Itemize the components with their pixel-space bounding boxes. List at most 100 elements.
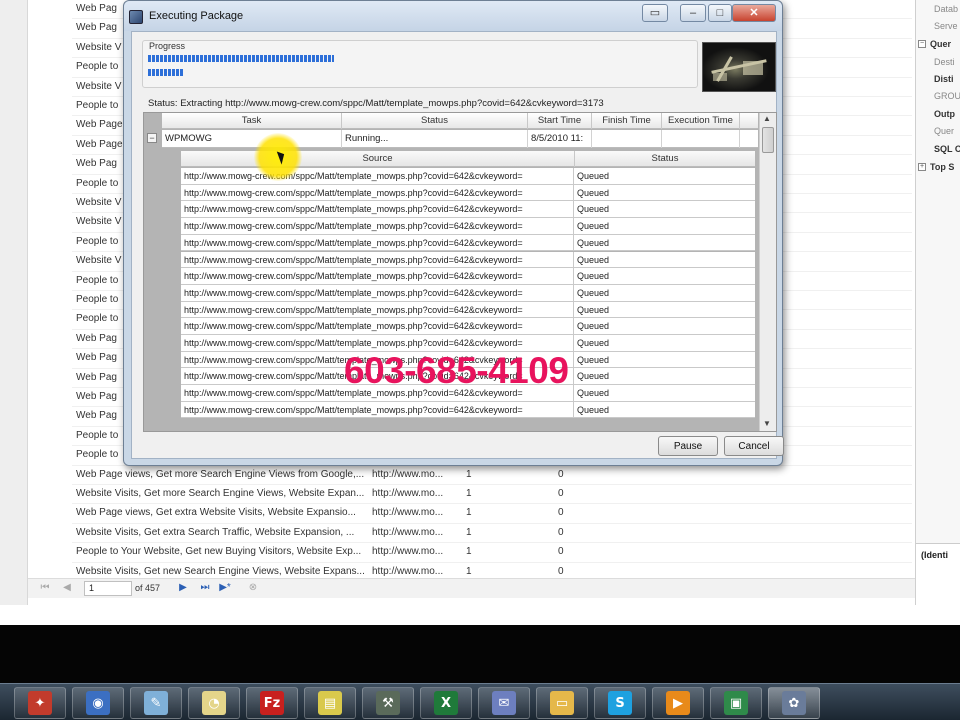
- source-row[interactable]: http://www.mowg-crew.com/sppc/Matt/templ…: [181, 268, 755, 285]
- progress-group: Progress: [142, 40, 698, 88]
- restore-button[interactable]: ▭: [642, 4, 668, 22]
- source-row[interactable]: http://www.mowg-crew.com/sppc/Matt/templ…: [181, 401, 755, 419]
- source-row[interactable]: http://www.mowg-crew.com/sppc/Matt/templ…: [181, 234, 755, 252]
- property-item[interactable]: SQL C: [934, 144, 960, 154]
- source-url: http://www.mowg-crew.com/sppc/Matt/templ…: [181, 318, 574, 335]
- taskbar-monitor-app[interactable]: ▣: [710, 687, 762, 719]
- dialog-title: Executing Package: [149, 10, 244, 22]
- column-header-task[interactable]: Task: [162, 113, 342, 129]
- page-number-input[interactable]: 1: [84, 581, 132, 596]
- column-header-finish-time[interactable]: Finish Time: [592, 113, 662, 129]
- sticky-notes-app-icon: ▤: [318, 691, 342, 715]
- taskbar-clock-app[interactable]: ◔: [188, 687, 240, 719]
- maximize-button[interactable]: □: [708, 4, 732, 22]
- result-row[interactable]: Web Page views, Get more Search Engine V…: [72, 466, 912, 485]
- property-item[interactable]: Top S: [930, 162, 954, 172]
- first-page-icon[interactable]: ⏮: [38, 581, 52, 595]
- skype-app-icon: S: [608, 691, 632, 715]
- result-row[interactable]: Website Visits, Get extra Search Traffic…: [72, 524, 912, 544]
- property-item[interactable]: GROU: [934, 91, 960, 101]
- column-header-source-status[interactable]: Status: [575, 151, 755, 167]
- dialog-client: Progress Status: Extracting http://www.m…: [131, 31, 784, 459]
- scroll-up-icon[interactable]: ▲: [763, 114, 771, 123]
- property-item[interactable]: Desti: [934, 57, 955, 67]
- source-row[interactable]: http://www.mowg-crew.com/sppc/Matt/templ…: [181, 218, 755, 235]
- source-row[interactable]: http://www.mowg-crew.com/sppc/Matt/templ…: [181, 301, 755, 319]
- source-status: Queued: [577, 271, 610, 282]
- source-row[interactable]: http://www.mowg-crew.com/sppc/Matt/templ…: [181, 284, 755, 302]
- property-item[interactable]: Quer: [930, 39, 951, 49]
- column-header-execution-time[interactable]: Execution Time: [662, 113, 740, 129]
- taskbar-filezilla-app[interactable]: Fz: [246, 687, 298, 719]
- minimize-button[interactable]: –: [680, 4, 706, 22]
- property-item[interactable]: Outp: [934, 109, 955, 119]
- property-group-toggle-icon[interactable]: +: [918, 163, 926, 171]
- overall-progress-bar: [148, 55, 334, 62]
- new-row-icon[interactable]: ▶*: [218, 581, 232, 595]
- result-cell-n2: 0: [558, 546, 564, 558]
- stop-icon[interactable]: ⊗: [246, 581, 260, 595]
- last-page-icon[interactable]: ⏭: [198, 581, 212, 595]
- column-header-start-time[interactable]: Start Time: [528, 113, 592, 129]
- source-row[interactable]: http://www.mowg-crew.com/sppc/Matt/templ…: [181, 201, 755, 219]
- result-cell-n2: 0: [558, 526, 564, 538]
- taskbar-skype-app[interactable]: S: [594, 687, 646, 719]
- properties-description: (Identi: [916, 543, 960, 605]
- scrollbar-thumb[interactable]: [762, 127, 774, 153]
- vertical-scrollbar[interactable]: ▲ ▼: [759, 113, 776, 431]
- source-row[interactable]: http://www.mowg-crew.com/sppc/Matt/templ…: [181, 184, 755, 202]
- column-header-status[interactable]: Status: [342, 113, 528, 129]
- result-row[interactable]: Website Visits, Get more Search Engine V…: [72, 485, 912, 505]
- source-status: Queued: [577, 354, 610, 365]
- phone-number-overlay: 603-685-4109: [344, 350, 569, 391]
- taskbar-network-app[interactable]: ◉: [72, 687, 124, 719]
- monitor-app-icon: ▣: [724, 691, 748, 715]
- taskbar-media-app[interactable]: ▶: [652, 687, 704, 719]
- property-group-toggle-icon[interactable]: −: [918, 40, 926, 48]
- property-item[interactable]: Disti: [934, 74, 954, 84]
- scroll-down-icon[interactable]: ▼: [763, 419, 771, 428]
- taskbar-excel-app[interactable]: X: [420, 687, 472, 719]
- cancel-button[interactable]: Cancel: [724, 436, 784, 456]
- progress-label: Progress: [149, 41, 186, 51]
- result-row[interactable]: Web Page views, Get extra Website Visits…: [72, 504, 912, 524]
- source-url: http://www.mowg-crew.com/sppc/Matt/templ…: [181, 251, 574, 268]
- task-finish-time: [592, 130, 662, 148]
- property-item[interactable]: Quer: [934, 126, 954, 136]
- source-status: Queued: [577, 371, 610, 382]
- prev-page-icon[interactable]: ◀: [60, 581, 74, 595]
- source-status: Queued: [577, 221, 610, 232]
- source-url: http://www.mowg-crew.com/sppc/Matt/templ…: [181, 268, 574, 285]
- task-progress-bar: [148, 69, 184, 76]
- result-row[interactable]: People to Your Website, Get new Buying V…: [72, 543, 912, 563]
- result-cell-title: Web Page views, Get more Search Engine V…: [76, 468, 365, 480]
- folder-app-icon: ▭: [550, 691, 574, 715]
- close-button[interactable]: ✕: [732, 4, 776, 22]
- source-row[interactable]: http://www.mowg-crew.com/sppc/Matt/templ…: [181, 251, 755, 269]
- source-row[interactable]: http://www.mowg-crew.com/sppc/Matt/templ…: [181, 318, 755, 335]
- property-item[interactable]: Datab: [934, 4, 958, 14]
- taskbar-mail-app[interactable]: ✉: [478, 687, 530, 719]
- result-cell-url: http://www.mo...: [372, 526, 444, 538]
- taskbar-folder-app[interactable]: ▭: [536, 687, 588, 719]
- result-cell-title: Web Page views, Get extra Website Visits…: [76, 507, 356, 519]
- property-item[interactable]: Serve: [934, 21, 958, 31]
- collapse-task-icon[interactable]: −: [147, 133, 157, 143]
- properties-description-label: (Identi: [921, 550, 948, 560]
- taskbar-notepad-app[interactable]: ✎: [130, 687, 182, 719]
- result-cell-url: http://www.mo...: [372, 488, 444, 499]
- taskbar-photo-app[interactable]: ✦: [14, 687, 66, 719]
- column-header-source[interactable]: Source: [181, 151, 575, 167]
- task-name: WPMOWG: [162, 130, 342, 148]
- taskbar-tools-app[interactable]: ⚒: [362, 687, 414, 719]
- task-row[interactable]: WPMOWG Running... 8/5/2010 11:: [162, 130, 758, 148]
- next-page-icon[interactable]: ▶: [176, 581, 190, 595]
- pause-button[interactable]: Pause: [658, 436, 718, 456]
- source-url: http://www.mowg-crew.com/sppc/Matt/templ…: [181, 284, 574, 301]
- filezilla-app-icon: Fz: [260, 691, 284, 715]
- dialog-titlebar[interactable]: Executing Package ▭ – □ ✕: [124, 1, 782, 31]
- taskbar-ssis-app[interactable]: ✿: [768, 687, 820, 719]
- taskbar-sticky-notes-app[interactable]: ▤: [304, 687, 356, 719]
- network-app-icon: ◉: [86, 691, 110, 715]
- satellite-image: [702, 42, 776, 92]
